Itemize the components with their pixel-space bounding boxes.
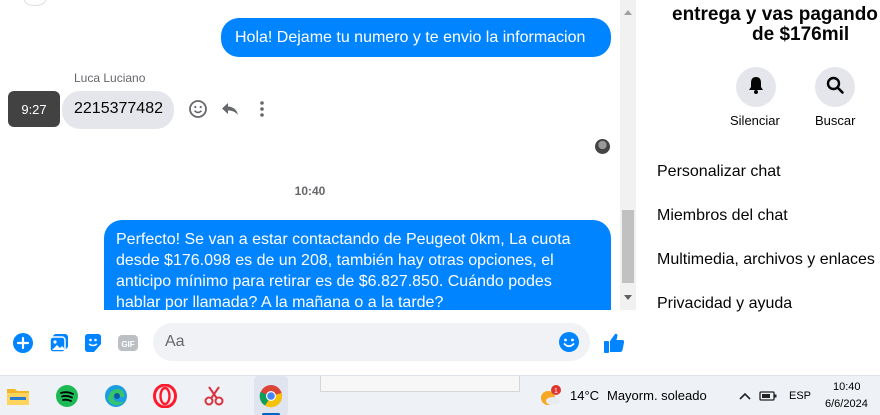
menu-privacy-help[interactable]: Privacidad y ayuda	[657, 295, 792, 313]
like-thumb-icon[interactable]	[602, 331, 626, 355]
scroll-up-arrow-icon[interactable]	[624, 10, 632, 15]
svg-text:GIF: GIF	[121, 340, 134, 349]
cut-off-avatar	[24, 0, 46, 6]
gallery-icon[interactable]	[47, 331, 71, 355]
scroll-down-arrow-icon[interactable]	[624, 295, 632, 300]
sender-name: Luca Luciano	[74, 71, 146, 85]
sticker-icon[interactable]	[81, 331, 105, 355]
weather-temperature[interactable]: 14°C	[570, 388, 599, 403]
message-input[interactable]	[153, 323, 590, 361]
weather-sun-icon[interactable]: 1	[536, 382, 564, 410]
mute-button[interactable]	[736, 67, 776, 107]
plus-icon[interactable]	[11, 331, 35, 355]
chat-scrollbar[interactable]	[620, 0, 636, 310]
outgoing-message[interactable]: Hola! Dejame tu numero y te envio la inf…	[221, 18, 611, 57]
scrollbar-thumb[interactable]	[622, 210, 634, 283]
weather-description[interactable]: Mayorm. soleado	[607, 388, 707, 403]
weather-badge: 1	[554, 388, 558, 395]
clock-date[interactable]: 6/6/2024	[825, 398, 868, 410]
seen-avatar	[595, 139, 610, 154]
timestamp-tooltip: 9:27	[8, 91, 60, 127]
reply-icon[interactable]	[218, 97, 242, 121]
spotify-icon[interactable]	[53, 382, 81, 410]
bell-icon	[746, 75, 766, 100]
desktop-preview	[320, 376, 520, 392]
chat-title-line2: de $176mil	[752, 24, 850, 45]
message-actions	[186, 97, 274, 121]
more-options-icon[interactable]	[250, 97, 274, 121]
search-icon	[825, 75, 845, 100]
emoji-icon[interactable]	[558, 331, 580, 353]
messenger-window: Hola! Dejame tu numero y te envio la inf…	[0, 0, 880, 415]
mute-label: Silenciar	[730, 113, 780, 128]
snipping-tool-icon[interactable]	[200, 382, 228, 410]
menu-chat-members[interactable]: Miembros del chat	[657, 207, 788, 225]
opera-browser-icon[interactable]	[151, 382, 179, 410]
menu-customize-chat[interactable]: Personalizar chat	[657, 163, 781, 181]
chat-info-panel: entrega y vas pagando cu de $176mil Sile…	[636, 0, 880, 375]
menu-media-files-links[interactable]: Multimedia, archivos y enlaces	[657, 251, 875, 269]
file-explorer-icon[interactable]	[4, 382, 32, 410]
react-icon[interactable]	[186, 97, 210, 121]
battery-network-icon[interactable]	[755, 382, 783, 410]
search-label: Buscar	[815, 113, 856, 128]
incoming-message[interactable]: 2215377482	[62, 91, 174, 129]
input-language[interactable]: ESP	[789, 390, 811, 402]
gif-icon[interactable]: GIF	[116, 331, 140, 355]
clock-time[interactable]: 10:40	[833, 381, 861, 393]
time-separator: 10:40	[294, 184, 326, 198]
search-button[interactable]	[815, 67, 855, 107]
chrome-browser-icon[interactable]	[257, 382, 285, 410]
edge-browser-icon[interactable]	[102, 382, 130, 410]
chat-thread: Hola! Dejame tu numero y te envio la inf…	[0, 0, 620, 310]
outgoing-message[interactable]: Perfecto! Se van a estar contactando de …	[104, 220, 611, 310]
windows-taskbar: 1 14°C Mayorm. soleado ESP 10:40 6/6/202…	[0, 375, 880, 415]
